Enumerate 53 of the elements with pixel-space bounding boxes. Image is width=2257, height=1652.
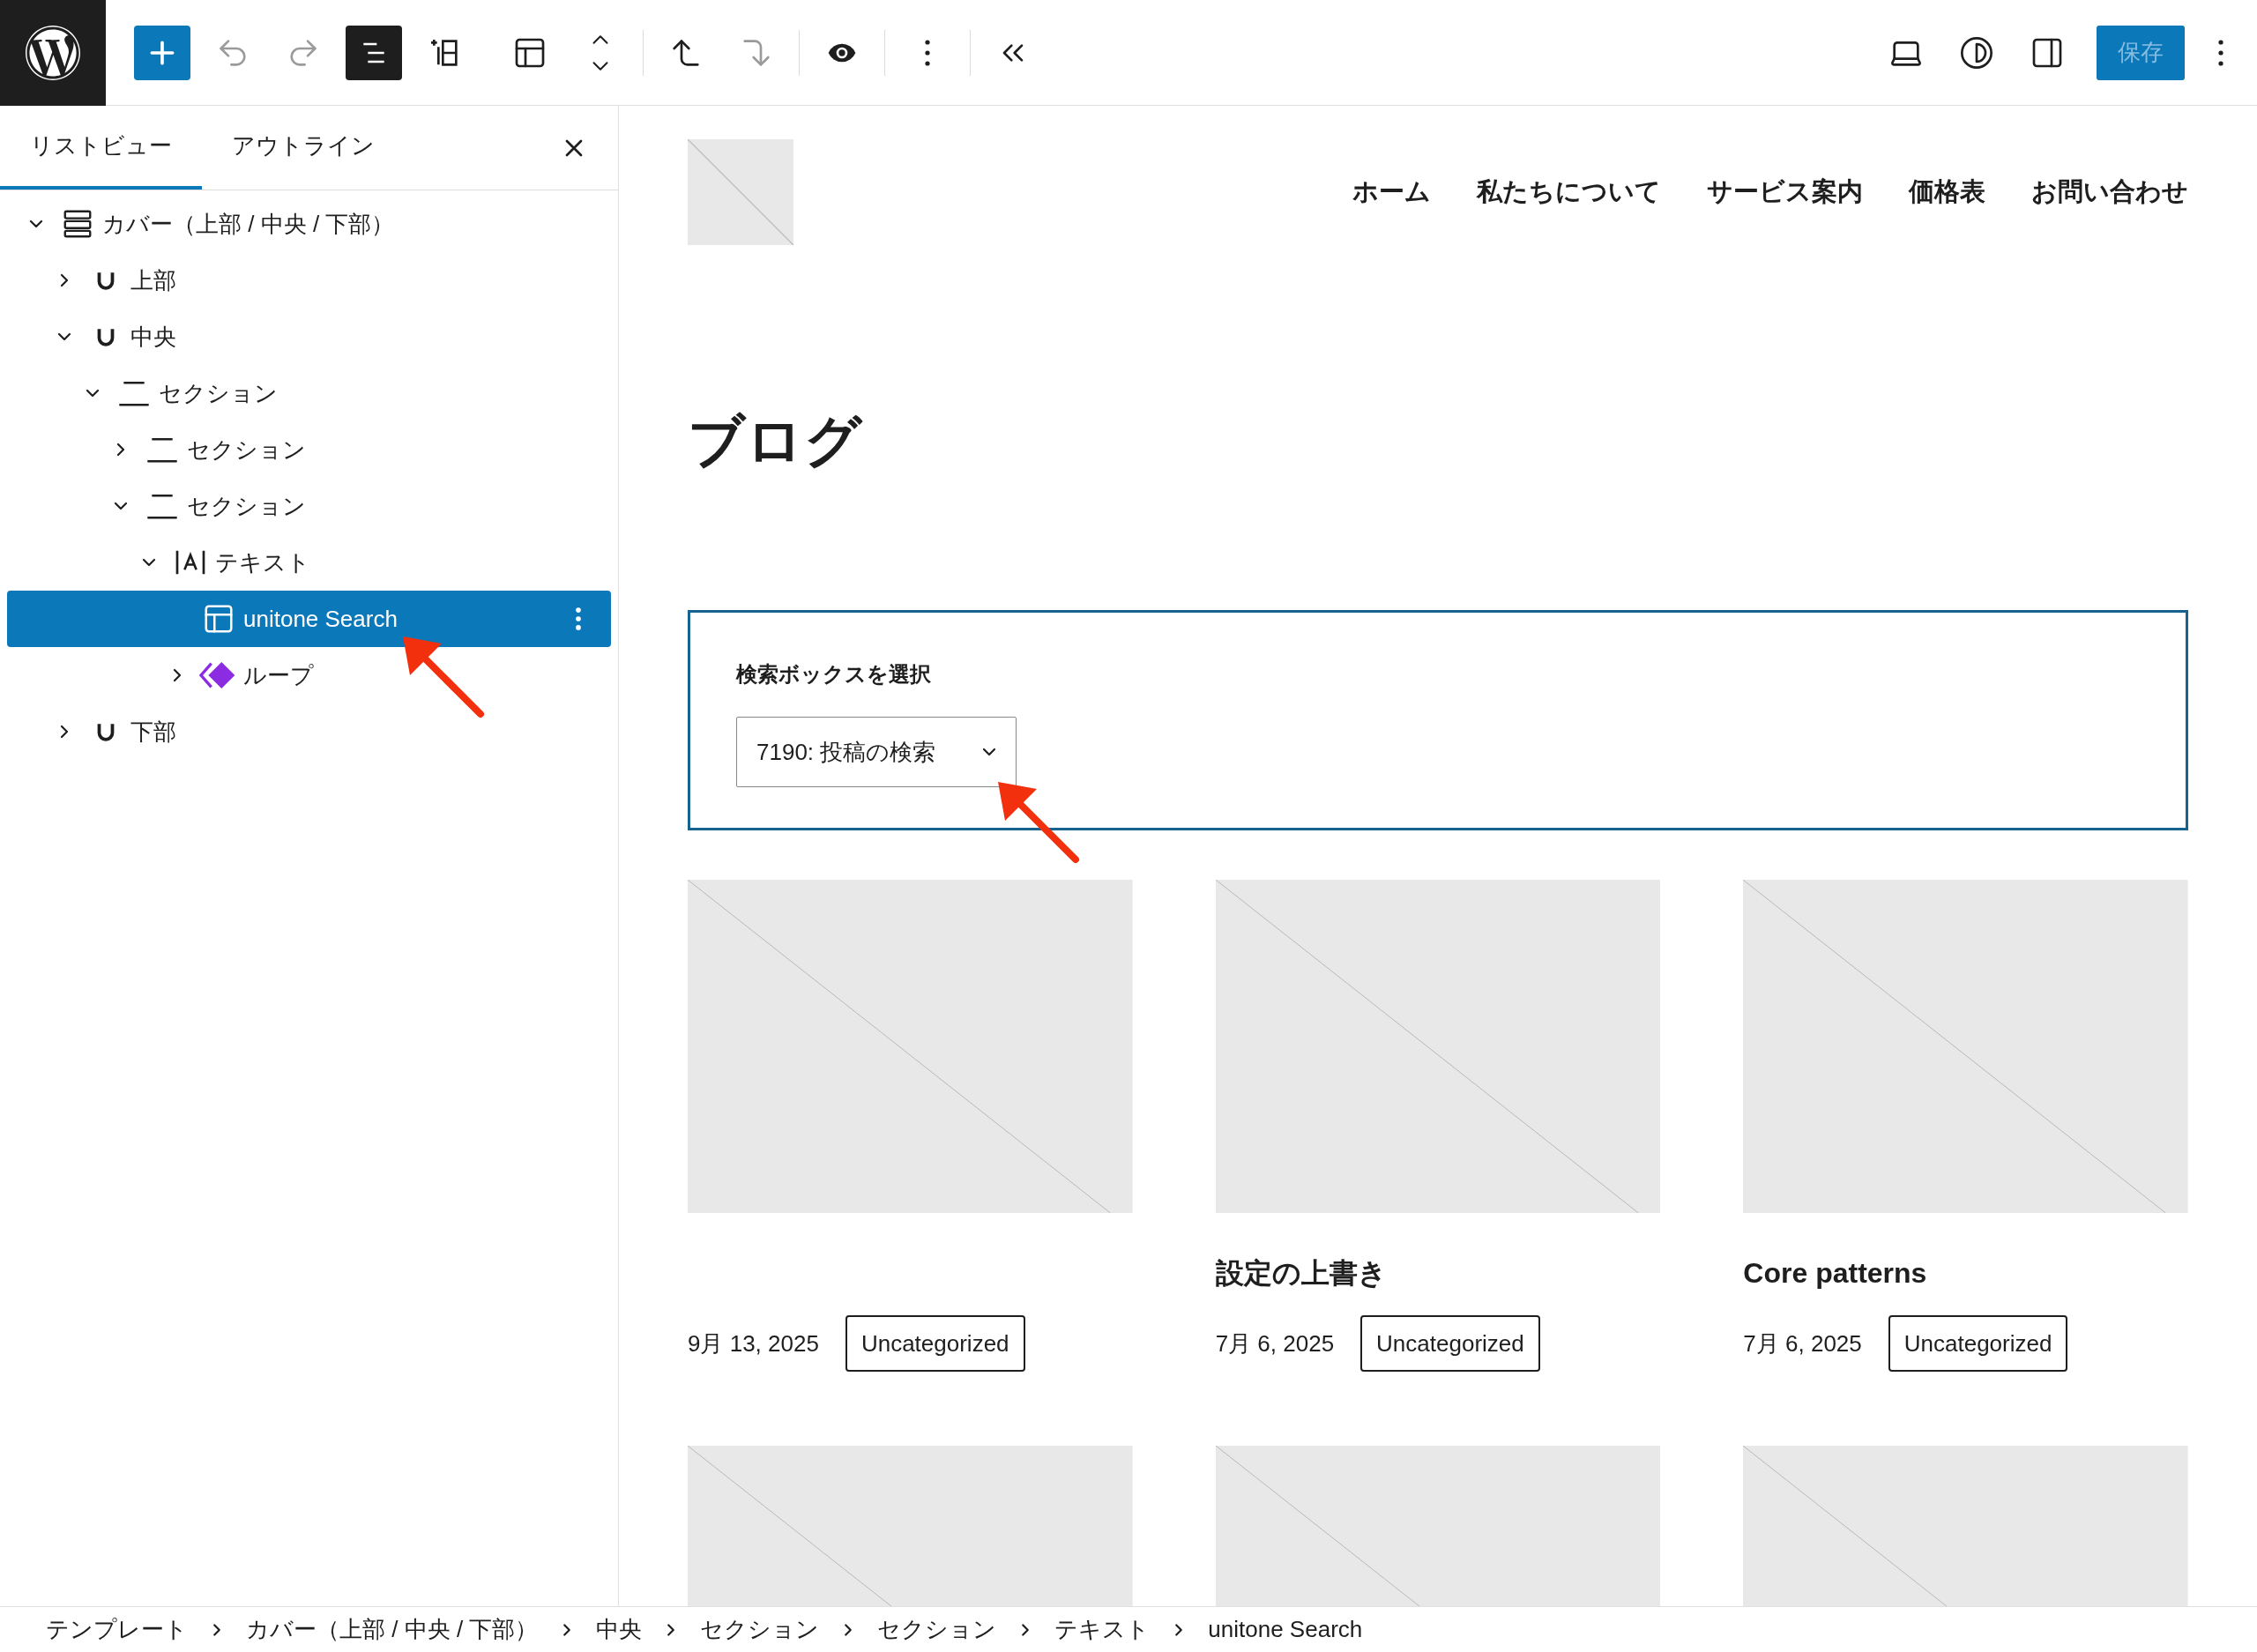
more-icon — [2218, 39, 2223, 66]
panel-tab[interactable]: アウトライン — [202, 106, 405, 190]
list-view-item[interactable]: unitone Search — [7, 591, 611, 647]
breadcrumb-item[interactable]: unitone Search — [1208, 1612, 1363, 1647]
breadcrumb-item[interactable]: セクション — [877, 1612, 997, 1647]
category-tag[interactable]: Uncategorized — [1888, 1315, 2068, 1372]
list-view-item[interactable]: セクション — [7, 478, 611, 534]
breadcrumb-item[interactable]: テンプレート — [46, 1612, 188, 1647]
more-icon — [925, 39, 930, 66]
list-view-item[interactable]: カバー（上部 / 中央 / 下部） — [7, 196, 611, 252]
wordpress-logo-icon — [25, 24, 81, 81]
toolbar-button[interactable] — [346, 25, 402, 80]
item-label: 下部 — [130, 717, 176, 747]
post-date: 7月 6, 2025 — [1215, 1328, 1335, 1358]
post-title[interactable]: 設定の上書き — [1215, 1252, 1661, 1294]
select-field[interactable]: 7190: 投稿の検索 — [736, 717, 1017, 787]
list-view-item[interactable]: テキスト — [7, 534, 611, 591]
list-view-item[interactable]: 中央 — [7, 309, 611, 365]
list-view-item[interactable]: ループ — [7, 647, 611, 703]
panel-tab[interactable]: リストビュー — [0, 106, 202, 190]
nav-link[interactable]: ホーム — [1352, 173, 1431, 212]
breadcrumb-item[interactable]: カバー（上部 / 中央 / 下部） — [246, 1612, 539, 1647]
nav-link[interactable]: 価格表 — [1909, 173, 1985, 212]
item-label: 上部 — [130, 265, 176, 295]
layout-icon — [202, 602, 235, 636]
post-date: 7月 6, 2025 — [1743, 1328, 1862, 1358]
category-tag[interactable]: Uncategorized — [845, 1315, 1025, 1372]
page-heading: ブログ — [688, 413, 864, 469]
item-label: セクション — [187, 491, 306, 521]
post-date: 9月 13, 2025 — [688, 1328, 819, 1358]
item-label: ループ — [243, 660, 314, 690]
item-label: カバー（上部 / 中央 / 下部） — [102, 209, 395, 239]
nav-link[interactable]: サービス案内 — [1707, 173, 1863, 212]
list-view-item[interactable]: 上部 — [7, 252, 611, 309]
breadcrumb-item[interactable]: セクション — [700, 1612, 820, 1647]
item-label: 中央 — [130, 322, 176, 352]
breadcrumb-item[interactable]: 中央 — [596, 1612, 643, 1647]
site-logo-button[interactable] — [0, 0, 106, 106]
item-label: セクション — [187, 435, 306, 465]
contrast-icon — [1959, 34, 1994, 71]
field-label: 検索ボックスを選択 — [736, 661, 932, 688]
list-view-item[interactable]: セクション — [7, 421, 611, 478]
breadcrumb-item[interactable]: テキスト — [1054, 1612, 1151, 1647]
nav-link[interactable]: 私たちについて — [1477, 173, 1661, 212]
item-label: セクション — [159, 378, 278, 408]
item-label: テキスト — [215, 547, 310, 577]
list-view-item[interactable]: セクション — [7, 365, 611, 421]
item-label: unitone Search — [243, 604, 398, 634]
list-view-item[interactable]: 下部 — [7, 703, 611, 760]
add-block-button[interactable] — [134, 25, 190, 80]
post-title[interactable]: Core patterns — [1743, 1252, 2188, 1294]
nav-link[interactable]: お問い合わせ — [2031, 173, 2188, 212]
category-tag[interactable]: Uncategorized — [1360, 1315, 1540, 1372]
